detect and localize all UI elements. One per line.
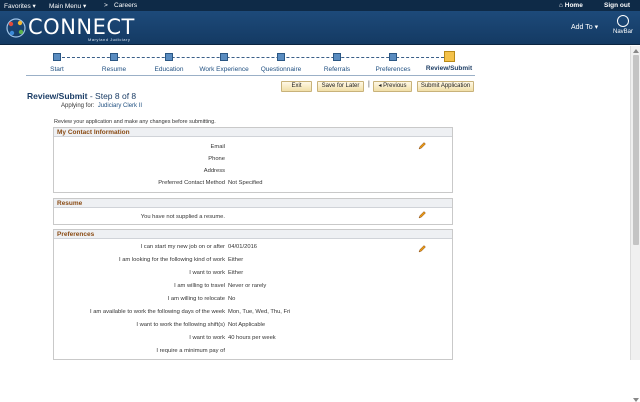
scroll-up-icon[interactable] (633, 49, 639, 53)
step-marker (277, 53, 285, 61)
top-bar: Favorites ▾ Main Menu ▾ > Careers ⌂ Home… (0, 0, 640, 11)
hours-value: 40 hours per week (228, 335, 276, 341)
sign-out-link[interactable]: Sign out (604, 2, 630, 9)
travel-label: I am willing to travel (174, 283, 225, 289)
preferences-section: Preferences I can start my new job on or… (53, 229, 453, 360)
hours-label: I want to work (189, 335, 225, 341)
main-menu[interactable]: Main Menu ▾ (49, 2, 86, 10)
scroll-down-icon[interactable] (633, 398, 639, 402)
resume-section: Resume You have not supplied a resume. (53, 198, 453, 225)
address-label: Address (203, 168, 225, 174)
step-marker (165, 53, 173, 61)
preferred-contact-label: Preferred Contact Method (158, 180, 225, 186)
save-for-later-button[interactable]: Save for Later (317, 81, 364, 92)
compass-icon (617, 15, 629, 27)
edit-pencil-icon[interactable] (418, 211, 426, 219)
submit-application-button[interactable]: Submit Application (417, 81, 474, 92)
kind-of-work-value: Either (228, 257, 244, 263)
step-progress: Start Resume Education Work Experience Q… (26, 51, 475, 76)
section-heading: Preferences (54, 230, 452, 239)
favorites-menu[interactable]: Favorites ▾ (4, 2, 36, 10)
relocate-label: I am willing to relocate (167, 296, 225, 302)
previous-button[interactable]: ◂ Previous (373, 81, 412, 92)
home-icon: ⌂ (559, 2, 563, 9)
home-link[interactable]: ⌂ Home (559, 2, 583, 9)
want-to-work-label: I want to work (189, 270, 225, 276)
review-instructions: Review your application and make any cha… (54, 119, 216, 125)
step-marker (333, 53, 341, 61)
step-marker-current (443, 51, 455, 62)
preferred-contact-value: Not Specified (228, 180, 263, 186)
scrollbar-thumb[interactable] (633, 55, 639, 245)
edit-pencil-icon[interactable] (418, 245, 426, 253)
start-date-label: I can start my new job on or after (140, 244, 225, 250)
navbar-button[interactable]: NavBar (612, 15, 634, 35)
no-resume-message: You have not supplied a resume. (140, 214, 225, 220)
breadcrumb-careers[interactable]: Careers (114, 2, 137, 9)
min-pay-label: I require a minimum pay of (156, 348, 225, 354)
navbar-label: NavBar (612, 29, 633, 35)
shift-label: I want to work the following shift(s) (136, 322, 225, 328)
page-title: Review/Submit - Step 8 of 8 (27, 91, 137, 101)
start-date-value: 04/01/2016 (228, 244, 258, 250)
button-separator: | (368, 81, 370, 88)
contact-info-section: My Contact Information Email Phone Addre… (53, 127, 453, 193)
step-marker (220, 53, 228, 61)
section-heading: My Contact Information (54, 128, 452, 137)
step-marker (110, 53, 118, 61)
days-value: Mon, Tue, Wed, Thu, Fri (228, 309, 291, 315)
exit-button[interactable]: Exit (281, 81, 312, 92)
app-logo-subtitle: Maryland Judiciary (88, 37, 131, 42)
app-logo-text: CONNECT (28, 15, 135, 39)
add-to-menu[interactable]: Add To ▾ (571, 23, 598, 31)
travel-value: Never or rarely (228, 283, 267, 289)
shift-value: Not Applicable (228, 322, 266, 328)
edit-pencil-icon[interactable] (418, 142, 426, 150)
days-label: I am available to work the following day… (89, 309, 225, 315)
chevron-left-icon: ◂ (378, 83, 382, 89)
kind-of-work-label: I am looking for the following kind of w… (118, 257, 225, 263)
breadcrumb-separator: > (104, 2, 108, 9)
want-to-work-value: Either (228, 270, 244, 276)
step-marker (389, 53, 397, 61)
applying-for: Applying for: Judiciary Clerk II (61, 103, 143, 109)
phone-label: Phone (208, 156, 225, 162)
email-label: Email (210, 144, 226, 150)
step-review-submit[interactable]: Review/Submit (409, 51, 489, 72)
step-marker (53, 53, 61, 61)
relocate-value: No (228, 296, 236, 302)
app-header: CONNECT Maryland Judiciary Add To ▾ NavB… (0, 11, 640, 45)
job-title-link[interactable]: Judiciary Clerk II (98, 103, 142, 109)
connect-logo-icon (6, 18, 26, 38)
vertical-scrollbar[interactable] (630, 46, 640, 402)
section-heading: Resume (54, 199, 452, 208)
